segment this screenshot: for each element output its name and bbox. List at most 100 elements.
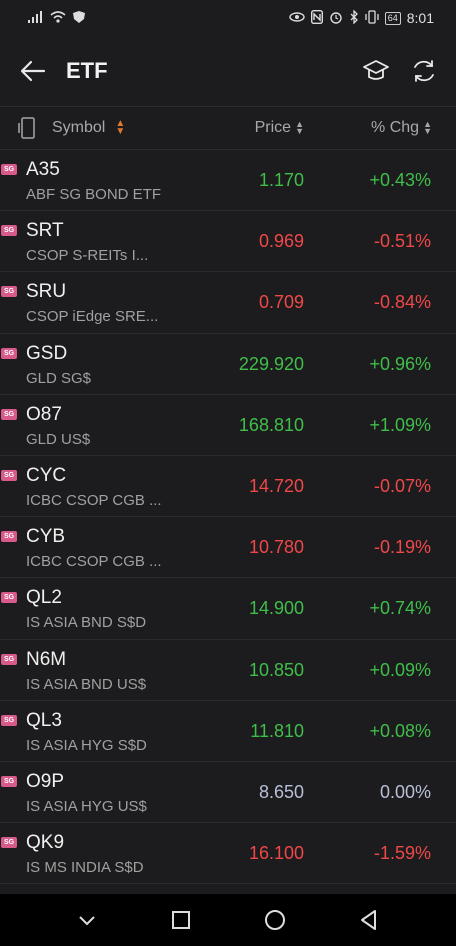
- change-percent: +0.43%: [369, 170, 431, 190]
- list-item[interactable]: SG GSD GLD SG$ 229.920 +0.96%: [0, 334, 456, 395]
- list-item[interactable]: SG SRT CSOP S-REITs I... 0.969 -0.51%: [0, 211, 456, 273]
- symbol-code: SRT: [26, 220, 64, 242]
- nfc-icon: [310, 9, 323, 27]
- etf-name: CSOP S-REITs I...: [26, 247, 149, 265]
- price-value: 1.170: [258, 170, 304, 190]
- list-item[interactable]: SG O9P IS ASIA HYG US$ 8.650 0.00%: [0, 762, 456, 824]
- price-value: 168.810: [238, 414, 304, 435]
- symbol-code: QK9: [26, 832, 65, 854]
- page-title: ETF: [66, 58, 108, 83]
- price-sort-header[interactable]: Price ▲ ▼: [255, 119, 304, 137]
- market-badge: SG: [1, 164, 17, 175]
- symbol-sort-header[interactable]: Symbol ▲ ▼: [52, 119, 125, 137]
- change-percent: -0.51%: [373, 231, 431, 252]
- change-percent: -0.19%: [373, 537, 431, 558]
- price-value: 229.920: [238, 353, 304, 374]
- list-item[interactable]: SG QL3 IS ASIA HYG S$D 11.810 +0.08%: [0, 701, 456, 762]
- etf-name: IS ASIA HYG S$D: [26, 736, 147, 754]
- price-value: 10.780: [248, 537, 304, 558]
- wifi-icon: [50, 10, 66, 26]
- chevron-down-icon[interactable]: [72, 905, 102, 935]
- price-header-label: Price: [254, 119, 292, 136]
- symbol-code: SRU: [26, 281, 67, 303]
- market-badge: SG: [1, 225, 17, 237]
- refresh-icon[interactable]: [410, 57, 438, 85]
- price-value: 0.709: [258, 292, 304, 313]
- market-badge: SG: [1, 653, 17, 665]
- symbol-code: CYC: [26, 464, 67, 486]
- list-item[interactable]: SG A35 ABF SG BOND ETF 1.170 +0.43%: [0, 150, 456, 212]
- etf-name: GLD SG$: [26, 369, 92, 387]
- symbol-code: QL2: [26, 587, 62, 609]
- market-badge: SG: [1, 286, 17, 298]
- symbol-code: O9P: [26, 770, 65, 792]
- market-badge: SG: [1, 592, 17, 604]
- signal-icon: [28, 10, 44, 26]
- price-value: 14.900: [248, 598, 304, 619]
- status-right: 64 8:01: [289, 8, 434, 27]
- market-badge: SG: [1, 531, 17, 543]
- app-bar-actions: [362, 57, 438, 85]
- etf-name: CSOP iEdge SRE...: [26, 308, 159, 326]
- change-percent: 0.00%: [379, 781, 431, 802]
- symbol-code: N6M: [26, 648, 67, 670]
- list-item[interactable]: SG QL2 IS ASIA BND S$D 14.900 +0.74%: [0, 578, 456, 640]
- etf-name: IS MS INDIA S$D: [26, 859, 144, 877]
- etf-name: ABF SG BOND ETF: [26, 186, 162, 203]
- price-value: 14.720: [248, 475, 304, 496]
- status-bar: 64 8:01: [0, 0, 456, 36]
- change-sort-header[interactable]: % Chg ▲ ▼: [371, 119, 432, 137]
- change-percent: -0.84%: [373, 292, 431, 313]
- price-value: 11.810: [250, 720, 304, 741]
- change-percent: +0.09%: [369, 659, 431, 680]
- list-item[interactable]: SG CYC ICBC CSOP CGB ... 14.720 -0.07%: [0, 456, 456, 518]
- etf-list: SG A35 ABF SG BOND ETF 1.170 +0.43% SG SRT CSOP…: [0, 150, 456, 885]
- home-icon[interactable]: [260, 905, 290, 935]
- market-badge: SG: [1, 408, 17, 420]
- sort-active-icon: ▲ ▼: [115, 118, 126, 137]
- list-item[interactable]: SG O87 GLD US$ 168.810 +1.09%: [0, 395, 456, 456]
- app-bar: ETF: [0, 36, 456, 106]
- symbol-code: A35: [26, 159, 60, 180]
- symbol-code: QL3: [26, 709, 62, 731]
- etf-name: IS ASIA HYG US$: [26, 797, 147, 815]
- eye-icon: [289, 10, 305, 26]
- price-value: 8.650: [258, 781, 304, 802]
- change-percent: -1.59%: [373, 843, 431, 864]
- etf-name: IS ASIA BND S$D: [26, 614, 147, 632]
- status-time: 8:01: [406, 10, 434, 26]
- price-value: 10.850: [248, 659, 304, 680]
- symbol-code: CYB: [26, 526, 66, 548]
- market-badge: SG: [1, 837, 17, 849]
- etf-name: ICBC CSOP CGB ...: [26, 491, 162, 509]
- recents-icon[interactable]: [166, 905, 196, 935]
- sort-icon: ▲ ▼: [423, 119, 432, 136]
- etf-name: IS ASIA BND US$: [26, 675, 147, 693]
- symbol-code: O87: [26, 403, 62, 425]
- market-badge: SG: [1, 775, 17, 787]
- change-percent: -0.07%: [373, 475, 431, 496]
- shield-icon: [72, 10, 86, 27]
- change-percent: +0.96%: [369, 353, 431, 374]
- market-badge: SG: [1, 714, 17, 726]
- phone-icon[interactable]: [18, 117, 38, 139]
- sort-icon: ▲ ▼: [295, 119, 304, 136]
- price-value: 16.100: [248, 843, 304, 864]
- battery-icon: 64: [384, 11, 401, 25]
- list-item[interactable]: SG N6M IS ASIA BND US$ 10.850 +0.09%: [0, 640, 456, 701]
- symbol-header-label: Symbol: [52, 119, 106, 136]
- change-percent: +1.09%: [369, 414, 431, 435]
- arrow-left-icon[interactable]: [18, 56, 48, 86]
- price-value: 0.969: [258, 231, 304, 252]
- bluetooth-icon: [349, 8, 359, 27]
- system-nav-bar: [0, 894, 456, 946]
- market-badge: SG: [1, 469, 17, 481]
- list-item[interactable]: SG CYB ICBC CSOP CGB ... 10.780 -0.19%: [0, 517, 456, 579]
- status-left: [28, 10, 86, 27]
- graduation-cap-icon[interactable]: [362, 57, 390, 85]
- list-item[interactable]: SG QK9 IS MS INDIA S$D 16.100 -1.59%: [0, 823, 456, 885]
- change-header-label: % Chg: [371, 119, 420, 136]
- vibrate-icon: [365, 9, 379, 27]
- back-triangle-icon[interactable]: [354, 905, 384, 935]
- list-item[interactable]: SG SRU CSOP iEdge SRE... 0.709 -0.84%: [0, 272, 456, 334]
